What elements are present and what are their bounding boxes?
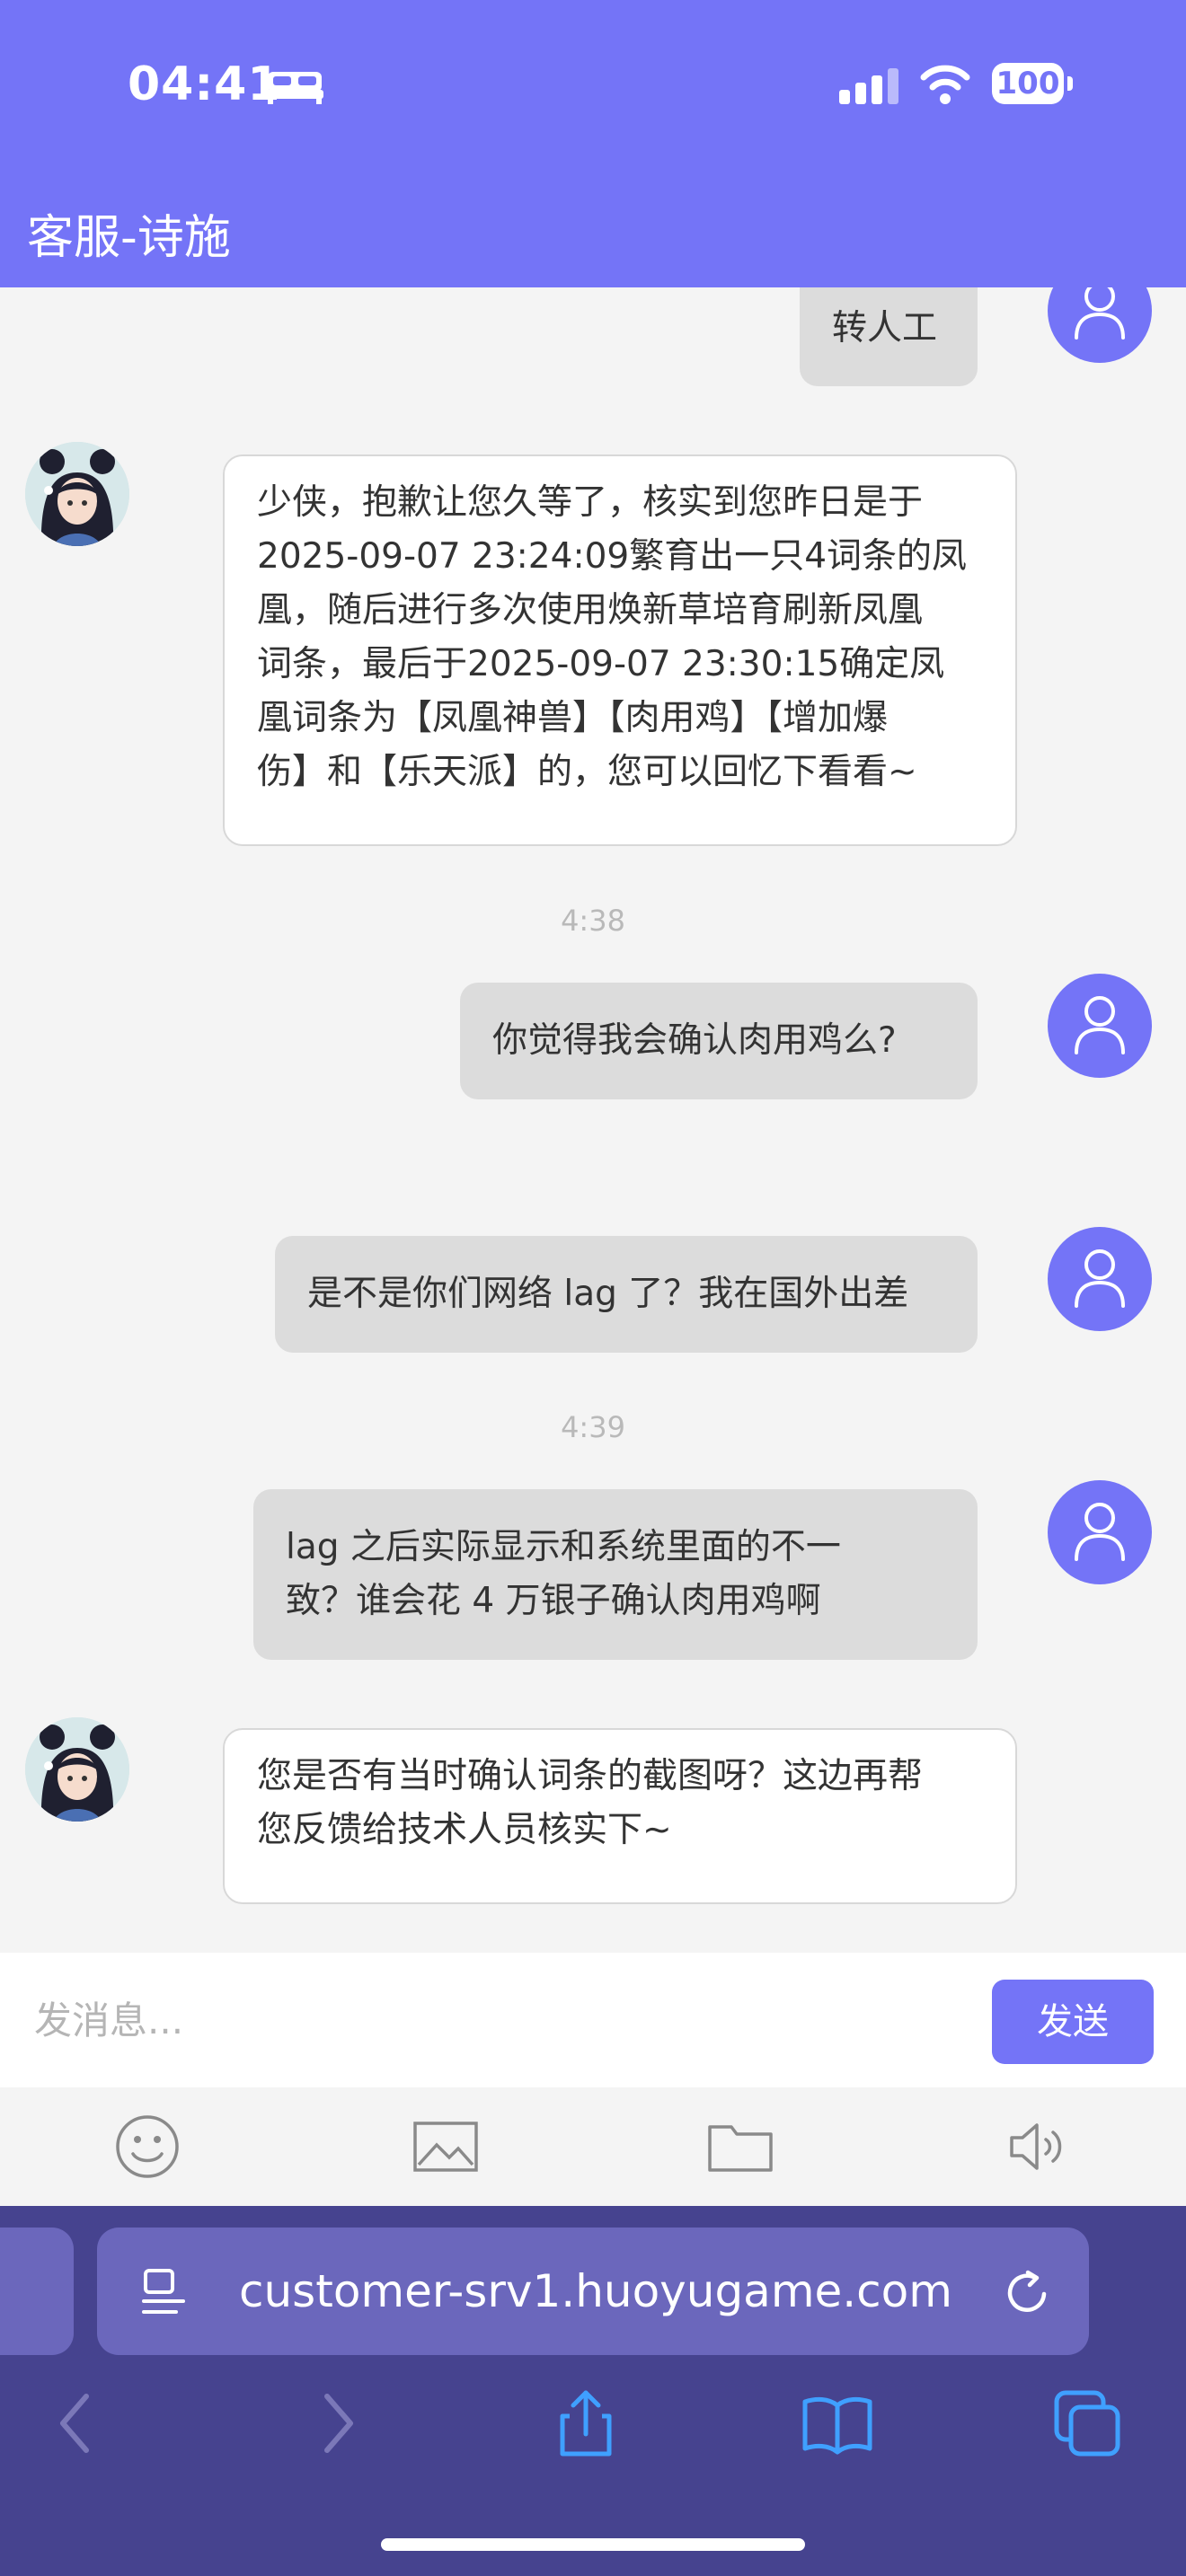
folder-icon[interactable] bbox=[704, 2111, 776, 2183]
battery-icon: 100 bbox=[992, 63, 1073, 106]
url-text[interactable]: customer-srv1.huoyugame.com bbox=[239, 2228, 952, 2355]
agent-avatar bbox=[25, 1717, 129, 1822]
user-message-bubble: lag 之后实际显示和系统里面的不一 致？谁会花 4 万银子确认肉用鸡啊 bbox=[253, 1489, 978, 1660]
signal-icon bbox=[839, 68, 898, 104]
forward-icon[interactable] bbox=[300, 2387, 372, 2459]
page-menu-icon[interactable] bbox=[140, 2267, 189, 2317]
wifi-icon bbox=[920, 65, 970, 104]
message-text: 是不是你们网络 lag 了？我在国外出差 bbox=[307, 1274, 909, 1314]
user-avatar bbox=[1048, 1480, 1152, 1584]
tabs-icon[interactable] bbox=[1051, 2387, 1123, 2459]
home-indicator[interactable] bbox=[381, 2538, 805, 2551]
bookmarks-icon[interactable] bbox=[801, 2387, 873, 2459]
message-line: 您反馈给技术人员核实下~ bbox=[257, 1810, 672, 1850]
message-line: 您是否有当时确认词条的截图呀？这边再帮 bbox=[257, 1756, 924, 1796]
bed-icon bbox=[266, 72, 323, 104]
image-icon[interactable] bbox=[410, 2111, 482, 2183]
message-line: 词条，最后于2025-09-07 23:30:15确定凤 bbox=[257, 644, 945, 684]
previous-tab-preview[interactable] bbox=[0, 2228, 74, 2355]
user-avatar bbox=[1048, 974, 1152, 1078]
page-title-overlay: 客服-诗施 bbox=[27, 211, 231, 265]
address-bar[interactable]: customer-srv1.huoyugame.com bbox=[97, 2228, 1089, 2355]
message-line: 凰，随后进行多次使用焕新草培育刷新凤凰 bbox=[257, 590, 924, 631]
reload-icon[interactable] bbox=[1001, 2265, 1055, 2319]
audio-icon[interactable] bbox=[1003, 2111, 1075, 2183]
message-line: lag 之后实际显示和系统里面的不一 bbox=[286, 1527, 841, 1567]
message-text: 你觉得我会确认肉用鸡么? bbox=[492, 1020, 897, 1061]
user-avatar bbox=[1048, 1227, 1152, 1331]
message-timestamp: 4:38 bbox=[561, 904, 625, 938]
user-message-bubble: 转人工 bbox=[800, 278, 978, 386]
message-line: 2025-09-07 23:24:09繁育出一只4词条的凤 bbox=[257, 536, 968, 577]
message-timestamp: 4:39 bbox=[561, 1410, 625, 1444]
agent-avatar bbox=[25, 442, 129, 546]
message-line: 凰词条为【凤凰神兽】【肉用鸡】【增加爆 bbox=[257, 698, 889, 738]
agent-message-bubble: 少侠，抱歉让您久等了，核实到您昨日是于 2025-09-07 23:24:09繁… bbox=[223, 454, 1017, 846]
message-input[interactable] bbox=[32, 1983, 970, 2057]
back-icon[interactable] bbox=[41, 2387, 113, 2459]
agent-message-bubble: 您是否有当时确认词条的截图呀？这边再帮 您反馈给技术人员核实下~ bbox=[223, 1728, 1017, 1904]
status-bar: 04:41 100 bbox=[0, 0, 1186, 171]
message-text: 转人工 bbox=[832, 308, 938, 348]
emoji-icon[interactable] bbox=[111, 2111, 183, 2183]
status-time: 04:41 bbox=[128, 57, 281, 111]
battery-level: 100 bbox=[992, 63, 1064, 104]
send-button[interactable]: 发送 bbox=[992, 1980, 1154, 2064]
message-line: 少侠，抱歉让您久等了，核实到您昨日是于 bbox=[257, 482, 924, 523]
user-message-bubble: 是不是你们网络 lag 了？我在国外出差 bbox=[275, 1236, 978, 1353]
composer-bar: 发送 bbox=[0, 1953, 1186, 2087]
user-message-bubble: 你觉得我会确认肉用鸡么? bbox=[460, 983, 978, 1099]
message-line: 伤】和【乐天派】的，您可以回忆下看看~ bbox=[257, 752, 917, 792]
attachment-toolbar bbox=[0, 2087, 1186, 2206]
share-icon[interactable] bbox=[550, 2387, 622, 2459]
browser-toolbar: customer-srv1.huoyugame.com bbox=[0, 2206, 1186, 2576]
battery-tip bbox=[1067, 76, 1073, 91]
message-line: 致？谁会花 4 万银子确认肉用鸡啊 bbox=[286, 1581, 821, 1621]
